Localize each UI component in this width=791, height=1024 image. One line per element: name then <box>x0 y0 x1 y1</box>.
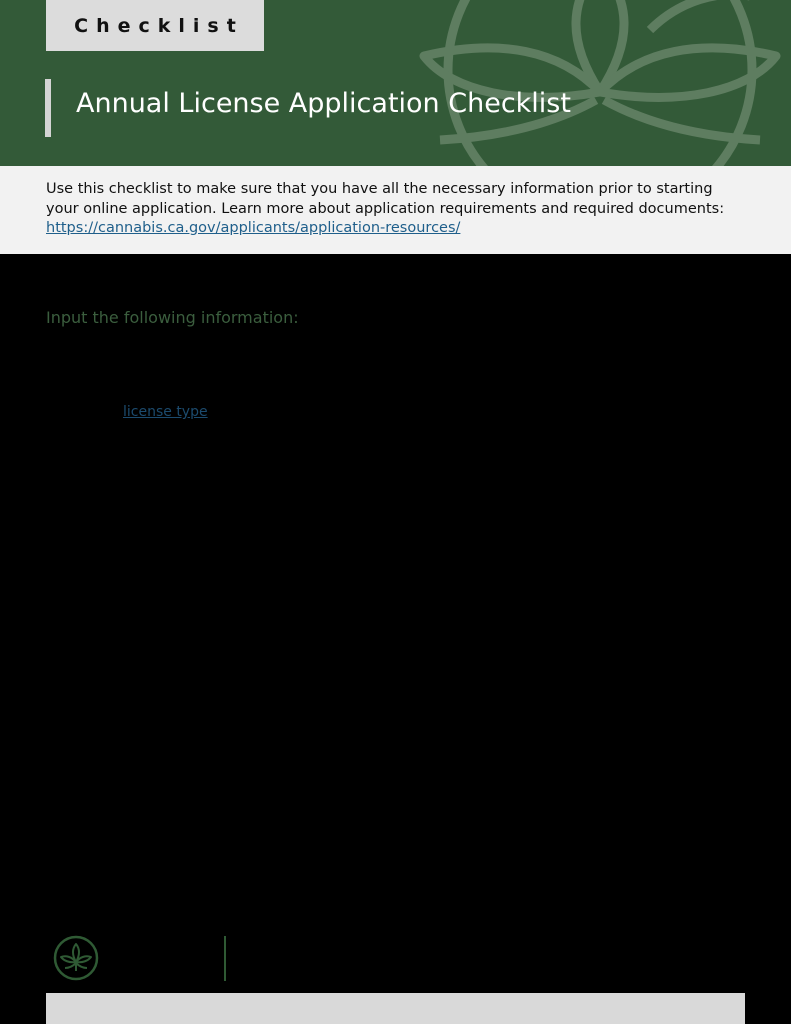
page-title: Annual License Application Checklist <box>76 88 571 119</box>
cannabis-leaf-logo-icon <box>53 935 99 981</box>
title-accent-bar <box>45 79 51 137</box>
checklist-badge: Checklist <box>46 0 264 51</box>
footer-divider <box>224 936 226 981</box>
page-header: Checklist Annual License Application Che… <box>0 0 791 166</box>
intro-panel: Use this checklist to make sure that you… <box>0 166 791 254</box>
footer-band <box>46 993 745 1024</box>
section-heading: Input the following information: <box>46 308 299 327</box>
intro-body: Use this checklist to make sure that you… <box>46 181 725 217</box>
intro-text: Use this checklist to make sure that you… <box>46 180 746 239</box>
badge-label: Checklist <box>74 14 244 37</box>
application-resources-link[interactable]: https://cannabis.ca.gov/applicants/appli… <box>46 220 460 236</box>
license-type-link[interactable]: license type <box>123 404 208 420</box>
